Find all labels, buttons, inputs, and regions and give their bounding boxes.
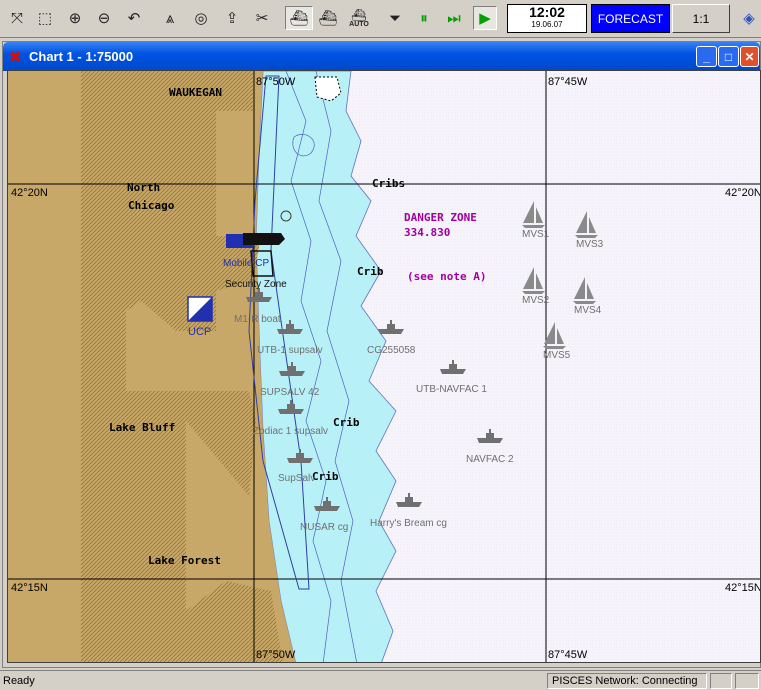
vessel-label-supsalv42: SUPSALV 42 <box>260 387 320 398</box>
window-title: Chart 1 - 1:75000 <box>29 49 134 64</box>
vessel-label-m1r-boat: M1-R boat <box>234 314 281 325</box>
chart-map[interactable]: 87°50W 87°45W 42°20N 42°20N 42°15N 42°15… <box>7 70 761 663</box>
vessel-label-mvs1: MVS1 <box>522 229 550 240</box>
lat-label-bottom-left: 42°15N <box>11 582 48 594</box>
vessel-label-mvs2: MVS2 <box>522 295 550 306</box>
crib-label: Crib <box>312 470 339 483</box>
clock-date: 19.06.07 <box>531 20 563 29</box>
overflow-icon[interactable]: ◈ <box>737 6 761 30</box>
lat-label-top-left: 42°20N <box>11 187 48 199</box>
lat-label-top-right: 42°20N <box>725 187 761 199</box>
vessel-label-utb1-supsalv: UTB-1 supsalv <box>257 345 323 356</box>
fast-forward-icon[interactable]: ⏭ <box>442 6 466 30</box>
vessel-label-cg255058: CG255058 <box>367 345 416 356</box>
vessel-label-nusar: NUSAR cg <box>300 522 348 533</box>
status-text: Ready <box>3 675 35 687</box>
auto-label: AUTO <box>349 20 369 28</box>
scale-button[interactable]: 1:1 <box>672 4 730 33</box>
place-north: North <box>127 181 160 194</box>
vessel-label-zodiac1: Zodiac 1 supsalv <box>253 426 328 437</box>
maximize-button[interactable]: □ <box>718 46 739 67</box>
forecast-button[interactable]: FORECAST <box>591 4 670 33</box>
vessel-label-navfac2: NAVFAC 2 <box>466 454 514 465</box>
undo-icon[interactable]: ↶ <box>122 6 146 30</box>
zoom-in-icon[interactable]: ⊕ <box>63 6 87 30</box>
vessel-label-mvs5: MVS5 <box>543 350 571 361</box>
zoom-box-icon[interactable]: ⬚ <box>33 6 57 30</box>
vessel-label-utb-navfac1: UTB-NAVFAC 1 <box>416 384 487 395</box>
crib-label: Crib <box>333 416 360 429</box>
vessel-1-icon[interactable]: ⛴ <box>285 6 313 30</box>
status-pane <box>710 673 732 689</box>
network-status: PISCES Network: Connecting <box>547 673 707 689</box>
place-chicago: Chicago <box>128 199 175 212</box>
lon-label-bottom-right: 87°45W <box>548 649 588 661</box>
vessel-label-mvs4: MVS4 <box>574 305 602 316</box>
lon-label-top-right: 87°45W <box>548 76 588 88</box>
lon-label-top-left: 87°50W <box>256 76 296 88</box>
minimize-button[interactable]: _ <box>696 46 717 67</box>
clock-time: 12:02 <box>529 4 565 20</box>
danger-zone-title: DANGER ZONE <box>404 211 477 224</box>
vessel-label-harrys-bream: Harry's Bream cg <box>370 518 447 529</box>
status-bar: Ready PISCES Network: Connecting <box>0 670 761 690</box>
chart-window-icon: ✖ <box>9 49 22 66</box>
danger-zone-note: (see note A) <box>407 270 486 283</box>
crib-label: Crib <box>357 265 384 278</box>
close-button[interactable]: ✕ <box>740 46 759 67</box>
window-titlebar[interactable]: ✖ Chart 1 - 1:75000 _ □ ✕ <box>3 42 760 71</box>
command-vessel-icon[interactable] <box>243 233 285 245</box>
auto-vessel-button[interactable]: ⛴ AUTO <box>345 6 373 30</box>
auto-vessel-icon: ⛴ <box>351 7 367 22</box>
marker-ucp: UCP <box>188 326 211 338</box>
pause-icon[interactable]: ⏸ <box>412 6 436 30</box>
vessel-label-supsalv: SupSalv <box>278 473 315 484</box>
main-toolbar: ⤧ ⬚ ⊕ ⊖ ↶ ⩓ ◎ ⇪ ✂ ⛴ ⛴ ⛴ AUTO ⏷ ⏸ ⏭ ▶ 12:… <box>0 0 761 38</box>
zoom-out-icon[interactable]: ⊖ <box>92 6 116 30</box>
lon-label-bottom-left: 87°50W <box>256 649 296 661</box>
marker-mobile-cp: Mobile CP <box>223 258 269 269</box>
pan-icon[interactable]: ⤧ <box>5 6 29 30</box>
target-icon[interactable]: ◎ <box>189 6 213 30</box>
compass-icon[interactable]: ⩓ <box>158 6 182 30</box>
marker-security-zone: Security Zone <box>225 279 287 290</box>
lat-label-bottom-right: 42°15N <box>725 582 761 594</box>
play-icon[interactable]: ▶ <box>473 6 497 30</box>
danger-zone-code: 334.830 <box>404 226 450 239</box>
stop-icon[interactable]: ⏷ <box>383 6 407 30</box>
layers-icon[interactable]: ✂ <box>250 6 274 30</box>
place-lake-bluff: Lake Bluff <box>109 421 175 434</box>
vessel-2-icon[interactable]: ⛴ <box>316 6 340 30</box>
crib-label: Cribs <box>372 177 405 190</box>
clock-display: 12:02 19.06.07 <box>507 4 587 33</box>
upload-icon[interactable]: ⇪ <box>220 6 244 30</box>
place-lake-forest: Lake Forest <box>148 554 221 567</box>
place-waukegan: WAUKEGAN <box>169 86 222 99</box>
status-pane <box>735 673 759 689</box>
vessel-label-mvs3: MVS3 <box>576 239 604 250</box>
